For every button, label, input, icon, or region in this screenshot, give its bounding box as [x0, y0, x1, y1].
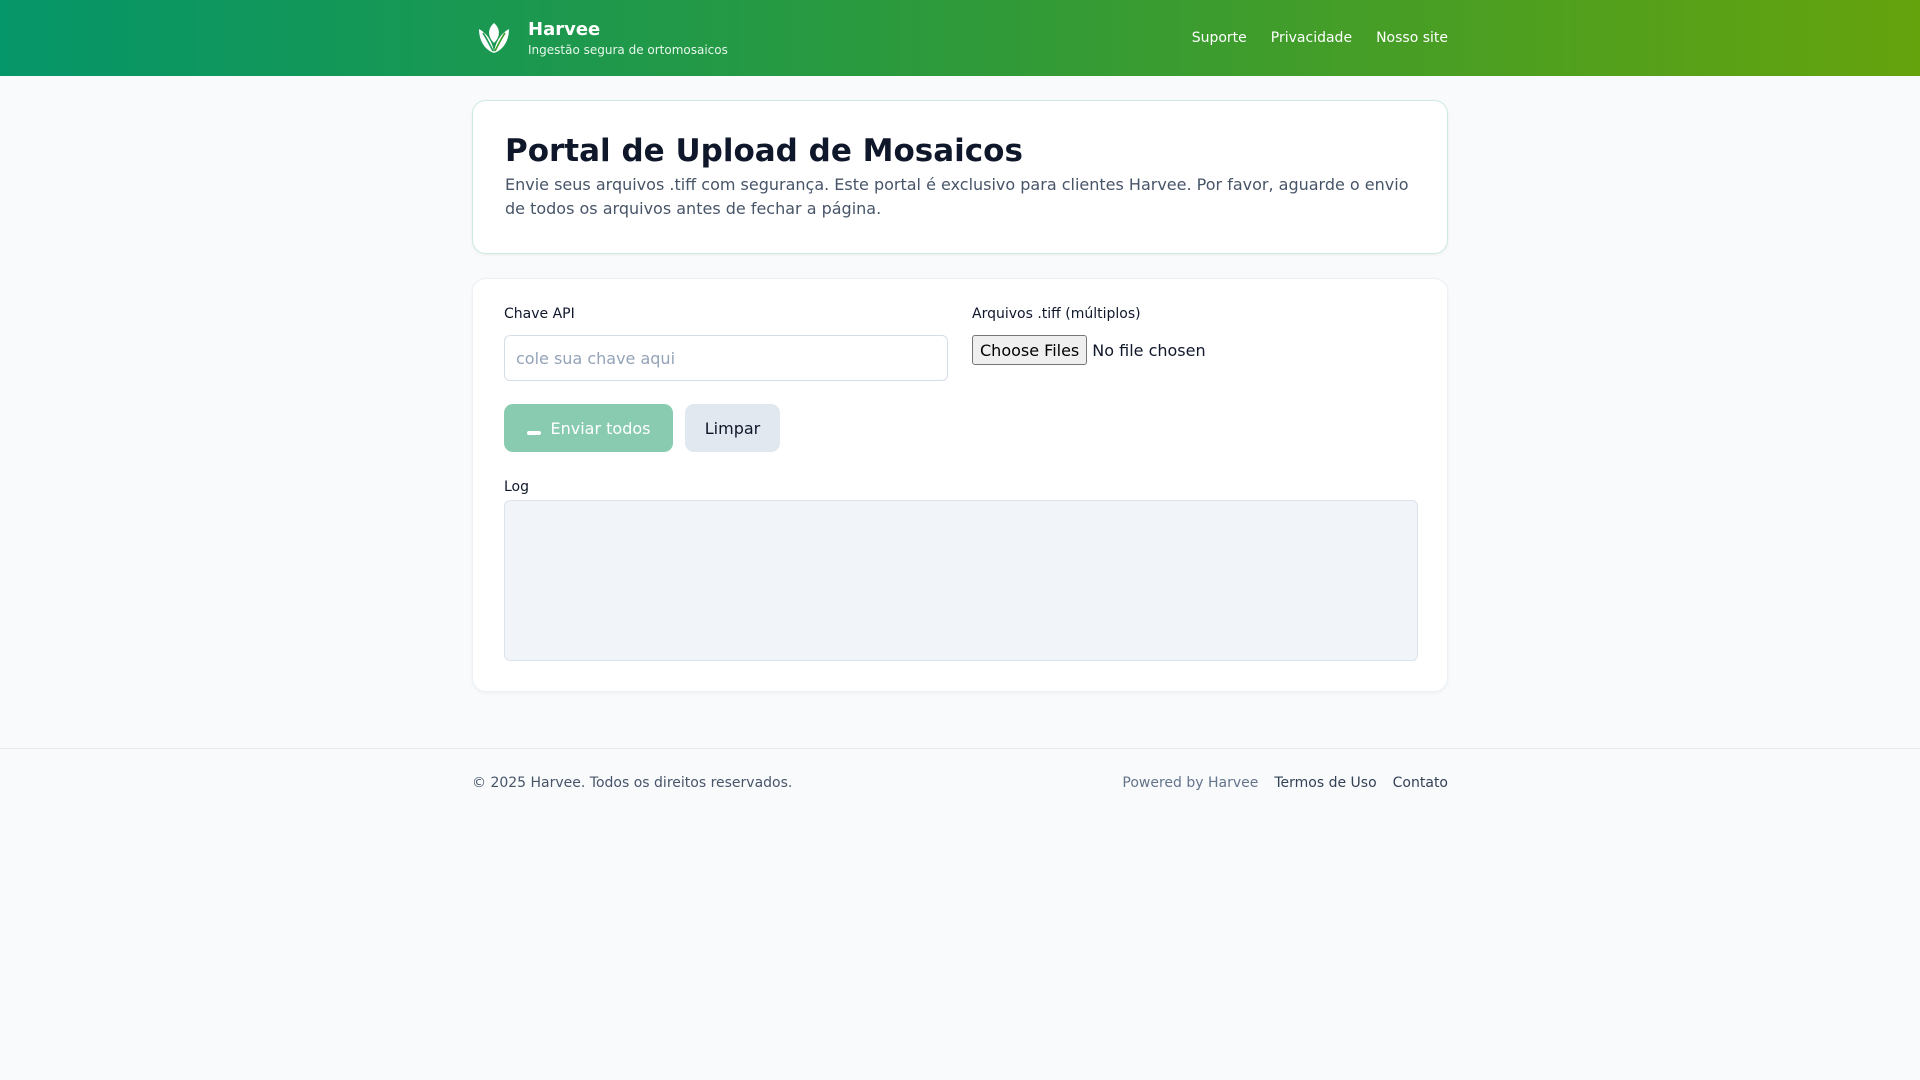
footer-divider: [0, 748, 1920, 749]
footer-links: Powered by Harvee Termos de Uso Contato: [1122, 773, 1448, 793]
brand[interactable]: Harvee Ingestão segura de ortomosaicos: [476, 18, 728, 58]
nav-link-nosso-site[interactable]: Nosso site: [1376, 28, 1448, 48]
intro-card: Portal de Upload de Mosaicos Envie seus …: [472, 100, 1448, 254]
page-description: Envie seus arquivos .tiff com segurança.…: [505, 175, 1409, 218]
brand-tagline: Ingestão segura de ortomosaicos: [528, 43, 728, 57]
choose-files-button[interactable]: Choose Files: [972, 335, 1088, 365]
send-all-label: Enviar todos: [550, 418, 651, 438]
log-output[interactable]: [504, 500, 1418, 661]
brand-name: Harvee: [528, 19, 601, 40]
powered-by-text: Powered by Harvee: [1122, 775, 1259, 791]
footer-copyright: © 2025 Harvee. Todos os direitos reserva…: [472, 775, 793, 791]
api-key-label: Chave API: [504, 306, 575, 322]
clear-button[interactable]: Limpar: [685, 404, 780, 452]
api-key-input[interactable]: [504, 335, 948, 381]
upload-form-card: Chave API Arquivos .tiff (múltiplos) Cho…: [472, 278, 1448, 692]
send-all-button[interactable]: Enviar todos: [504, 404, 673, 452]
top-header: Harvee Ingestão segura de ortomosaicos S…: [0, 0, 1920, 76]
terms-link[interactable]: Termos de Uso: [1274, 773, 1376, 793]
file-picker: Choose Files No file chosen: [972, 335, 1206, 365]
page-title: Portal de Upload de Mosaicos: [505, 133, 1023, 169]
files-label: Arquivos .tiff (múltiplos): [972, 306, 1141, 322]
leaf-icon: [476, 18, 512, 58]
log-label: Log: [504, 479, 530, 495]
nav-link-privacidade[interactable]: Privacidade: [1271, 28, 1352, 48]
spinner-icon: [526, 431, 541, 435]
top-nav: Suporte Privacidade Nosso site: [1192, 28, 1448, 48]
nav-link-suporte[interactable]: Suporte: [1192, 28, 1247, 48]
file-status-text: No file chosen: [1092, 340, 1206, 360]
brand-text: Harvee Ingestão segura de ortomosaicos: [528, 18, 728, 58]
contact-link[interactable]: Contato: [1393, 773, 1448, 793]
